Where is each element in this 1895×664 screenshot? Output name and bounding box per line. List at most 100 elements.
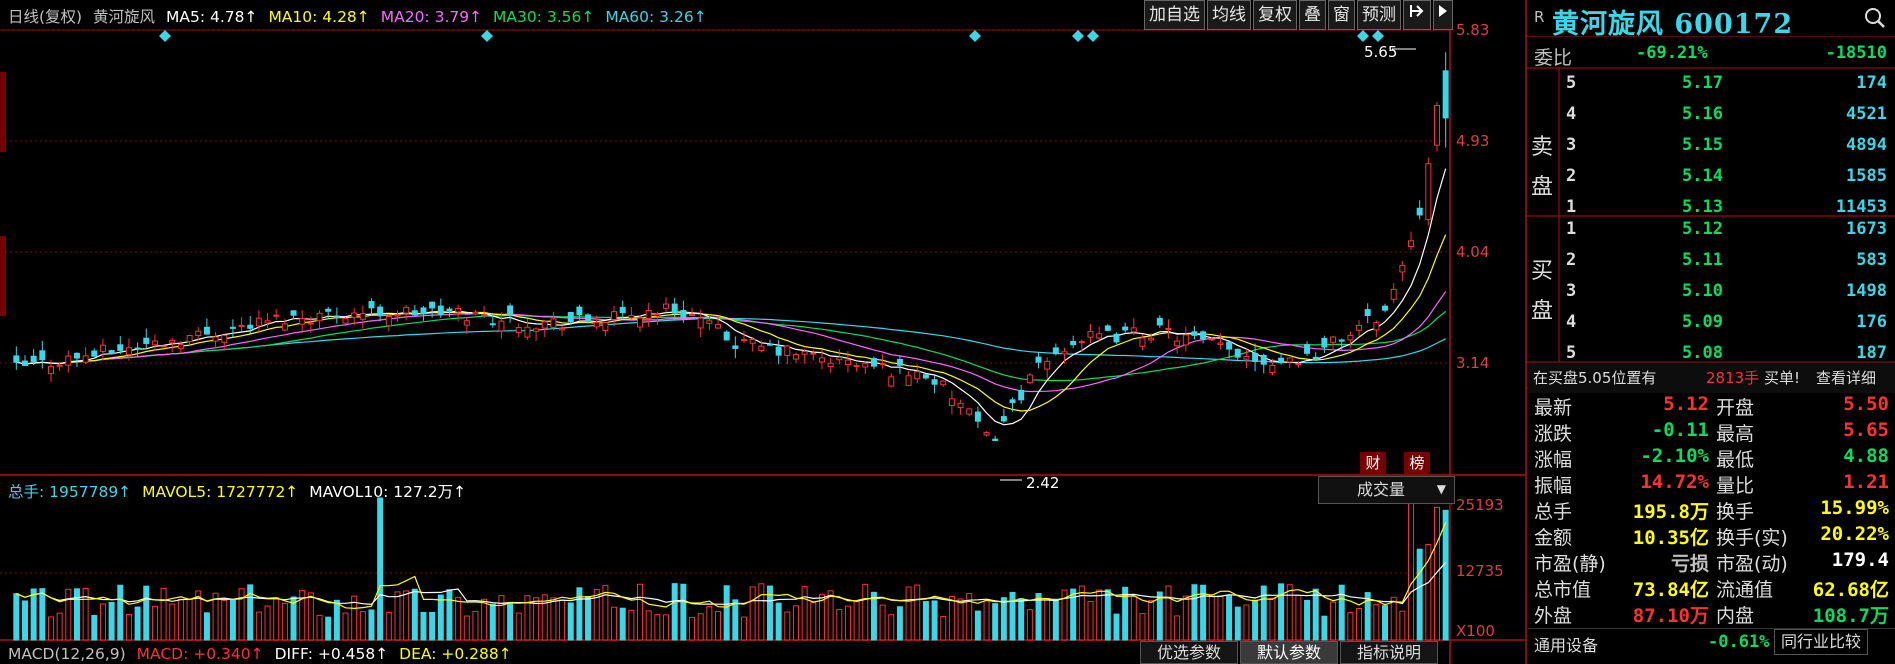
forecast-button[interactable]: 预测 [1357, 0, 1401, 30]
candle-body [281, 323, 288, 331]
stat-label: 总手 [1534, 501, 1573, 523]
order-level: 1 [1566, 219, 1577, 239]
volume-bar [870, 591, 877, 641]
volume-bar [73, 588, 80, 641]
price-axis-label: 3.14 [1456, 354, 1490, 372]
buy-order-row[interactable]: 3 5.10 1498 [1528, 278, 1895, 307]
volume-bar [836, 608, 843, 641]
candle-body [151, 340, 158, 346]
candle-body [1338, 339, 1345, 342]
buy-order-row[interactable]: 2 5.11 583 [1528, 247, 1895, 276]
volume-bar [30, 588, 37, 641]
candle-body [1304, 344, 1311, 354]
stat-value: 5.12 [1663, 393, 1709, 415]
candle-body [195, 330, 202, 336]
candle-body [1018, 390, 1025, 401]
ma10-label: MA10: 4.28↑ [268, 8, 370, 26]
view-detail-link[interactable]: 查看详细 [1816, 367, 1876, 388]
volume-bar [1139, 613, 1146, 641]
volume-bar [437, 594, 444, 641]
volume-bar [1295, 594, 1302, 641]
candle-body [966, 408, 973, 415]
candle-body [472, 311, 479, 315]
volume-bar [1373, 603, 1380, 641]
candle-body [602, 322, 609, 332]
stat-value: -0.11 [1651, 419, 1709, 441]
volume-bar [160, 587, 167, 641]
volume-bar [117, 584, 124, 641]
volume-bar [1191, 584, 1198, 641]
buy-order-row[interactable]: 1 5.12 1673 [1528, 216, 1895, 245]
candle-body [1312, 356, 1319, 361]
volume-bar [1096, 589, 1103, 641]
volume-bar [463, 615, 470, 641]
volume-bar [1104, 589, 1111, 641]
sell-order-row[interactable]: 3 5.15 4894 [1528, 132, 1895, 161]
order-price: 5.11 [1682, 250, 1723, 270]
price-axis-label: 4.04 [1456, 243, 1490, 261]
volume-bar [637, 583, 644, 641]
adjust-button[interactable]: 复权 [1253, 0, 1297, 30]
indicator-select[interactable]: 成交量 ▼ [1318, 476, 1455, 504]
candle-body [1330, 336, 1337, 343]
macd-value-label: MACD: +0.340↑ [136, 645, 264, 663]
volume-bar [706, 606, 713, 641]
volume-bar [21, 600, 28, 641]
buy-side-label: 买盘 [1531, 259, 1554, 324]
sell-order-row[interactable]: 4 5.16 4521 [1528, 101, 1895, 130]
stat-value: 20.22% [1820, 523, 1889, 545]
volume-bar [99, 603, 106, 641]
volume-bar [108, 601, 115, 641]
weibi-percent: -69.21% [1636, 43, 1708, 63]
candle-body [853, 365, 860, 368]
candle-body [567, 311, 574, 323]
volume-bar [91, 614, 98, 641]
volume-bar [1356, 608, 1363, 641]
search-icon[interactable] [1864, 7, 1886, 29]
triangle-right-icon[interactable] [1433, 0, 1453, 30]
industry-compare-button[interactable]: 同行业比较 [1774, 629, 1869, 655]
buy-order-row[interactable]: 4 5.09 176 [1528, 309, 1895, 338]
finance-badge[interactable]: 财 [1360, 452, 1386, 474]
pin-icon[interactable] [1403, 0, 1431, 30]
candle-body [411, 310, 418, 316]
candle-body [203, 326, 210, 335]
candle-body [21, 360, 28, 366]
volume-bar [1148, 600, 1155, 641]
candle-body [82, 355, 89, 363]
ma-button[interactable]: 均线 [1207, 0, 1251, 30]
volume-bar [740, 616, 747, 641]
candle-body [1061, 351, 1068, 355]
sell-order-row[interactable]: 5 5.17 174 [1528, 70, 1895, 99]
tab-indicator-help[interactable]: 指标说明 [1340, 641, 1439, 664]
volume-bar [229, 598, 236, 641]
window-button[interactable]: 窗 [1328, 0, 1355, 30]
stat-label: 最低 [1716, 449, 1755, 471]
volume-bar [481, 598, 488, 641]
candle-body [974, 411, 981, 422]
volume-bar [1018, 598, 1025, 641]
volume-bar [749, 586, 756, 641]
volume-bar [134, 606, 141, 641]
volume-bar [775, 602, 782, 641]
price-axis-label: 4.93 [1456, 132, 1490, 150]
ma60-label: MA60: 3.26↑ [605, 8, 707, 26]
volume-bar [316, 614, 323, 641]
candle-body [498, 320, 505, 332]
volume-bar [489, 603, 496, 641]
tab-default-params[interactable]: 默认参数 [1240, 641, 1339, 664]
candle-body [1148, 337, 1155, 341]
tab-optimal-params[interactable]: 优选参数 [1140, 641, 1239, 664]
candle-body [134, 347, 141, 350]
candle-body [325, 308, 332, 312]
volume-bar [1304, 599, 1311, 641]
volume-bar [1182, 595, 1189, 641]
industry-name: 通用设备 [1534, 636, 1599, 655]
add-favorite-button[interactable]: 加自选 [1144, 0, 1205, 30]
overlay-button[interactable]: 叠 [1299, 0, 1326, 30]
ranking-badge[interactable]: 榜 [1404, 452, 1430, 474]
candle-body [758, 345, 765, 352]
sell-order-row[interactable]: 2 5.14 1585 [1528, 163, 1895, 192]
volume-bar [507, 603, 514, 641]
volume-bar [1425, 544, 1432, 641]
